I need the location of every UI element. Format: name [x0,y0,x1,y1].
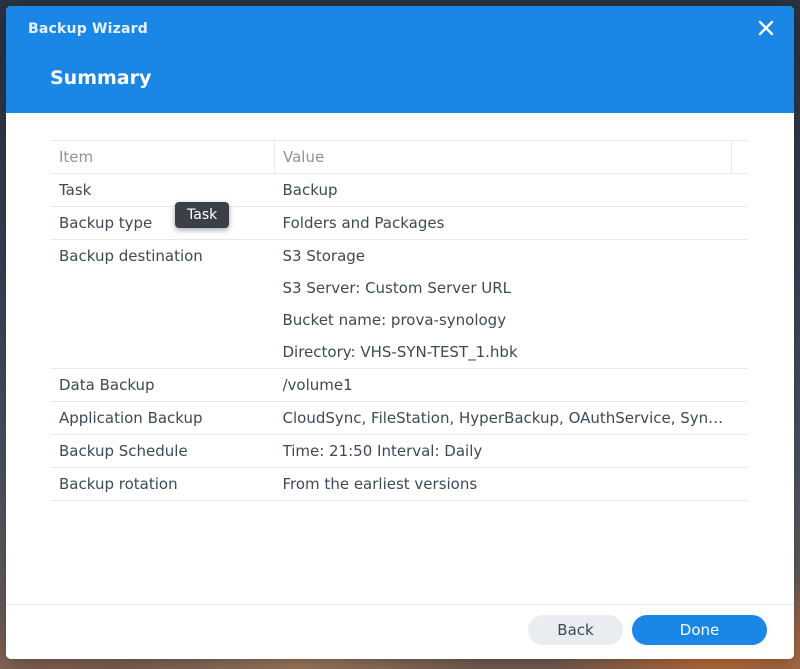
row-item-label: Backup destination [59,247,203,265]
tooltip: Task [175,202,230,228]
row-value-cell: Folders and Packages [274,206,748,240]
table-header-row: Item Value [51,140,748,174]
row-value: S3 Server: Custom Server URL [282,279,512,297]
row-value: Time: 21:50 Interval: Daily [282,442,483,460]
row-item-cell: Backup destination [51,239,275,369]
column-header-extra [731,140,748,174]
row-item-cell: Backup Schedule [51,434,275,468]
dialog-header: Backup Wizard Summary [6,6,794,113]
column-header-item[interactable]: Item [51,140,275,174]
row-value: /volume1 [282,376,353,394]
row-item-label: Backup rotation [59,475,178,493]
row-value: From the earliest versions [282,475,478,493]
dialog-footer: Back Done [6,604,794,659]
row-item-cell: Data Backup [51,368,275,402]
row-item-cell: Backup rotation [51,467,275,501]
row-value: CloudSync, FileStation, HyperBackup, OAu… [282,409,724,427]
backup-wizard-dialog: Backup Wizard Summary Item Value Task Ba… [6,6,794,659]
row-value: Backup [282,181,338,199]
row-item-cell: Backup type [51,206,275,240]
row-value-cell: S3 Storage S3 Server: Custom Server URL … [274,239,748,369]
table-row: Backup type Folders and Packages [51,206,748,240]
row-value: Bucket name: prova-synology [282,311,507,329]
row-value-cell: From the earliest versions [274,467,748,501]
row-value: S3 Storage [282,247,366,265]
table-row: Application Backup CloudSync, FileStatio… [51,401,748,435]
done-button[interactable]: Done [632,615,767,645]
row-item-label: Data Backup [59,376,155,394]
row-value: Directory: VHS-SYN-TEST_1.hbk [282,343,518,361]
row-value: Folders and Packages [282,214,445,232]
summary-table: Item Value Task Backup Backup type Folde… [51,140,748,501]
row-value-cell: Backup [274,173,748,207]
row-value-cell: Time: 21:50 Interval: Daily [274,434,748,468]
table-row: Task Backup [51,173,748,207]
row-item-label: Task [59,181,92,199]
row-item-label: Backup type [59,214,153,232]
step-title: Summary [50,67,152,89]
table-row: Backup destination S3 Storage S3 Server:… [51,239,748,369]
close-button[interactable] [756,18,776,38]
back-button[interactable]: Back [528,615,623,645]
row-item-label: Backup Schedule [59,442,188,460]
row-value-cell: CloudSync, FileStation, HyperBackup, OAu… [274,401,748,435]
table-row: Backup rotation From the earliest versio… [51,467,748,501]
table-row: Backup Schedule Time: 21:50 Interval: Da… [51,434,748,468]
row-value-cell: /volume1 [274,368,748,402]
summary-table-container: Item Value Task Backup Backup type Folde… [51,140,748,501]
close-icon [758,20,774,36]
window-title: Backup Wizard [28,21,148,37]
row-item-label: Application Backup [59,409,203,427]
column-header-value[interactable]: Value [274,140,732,174]
table-row: Data Backup /volume1 [51,368,748,402]
row-item-cell: Application Backup [51,401,275,435]
row-item-cell: Task [51,173,275,207]
